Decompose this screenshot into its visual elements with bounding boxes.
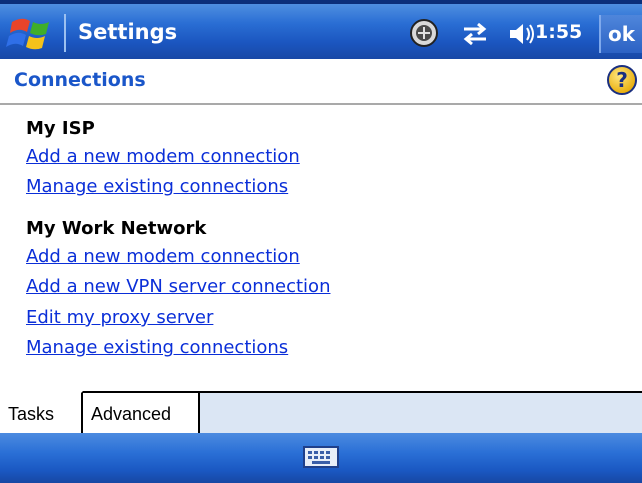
volume-icon[interactable] (508, 21, 536, 47)
link-work-add-vpn-connection[interactable]: Add a new VPN server connection (26, 276, 330, 297)
connectivity-icon[interactable] (408, 17, 440, 49)
link-work-add-modem-connection[interactable]: Add a new modem connection (26, 246, 300, 267)
help-question-icon[interactable]: ? (606, 64, 638, 96)
tab-advanced[interactable]: Advanced (83, 391, 200, 435)
app-title: Settings (78, 20, 178, 44)
link-work-edit-proxy-server[interactable]: Edit my proxy server (26, 307, 213, 328)
keyboard-icon[interactable] (303, 445, 339, 469)
title-separator (64, 14, 66, 52)
page-title: Connections (14, 69, 146, 91)
link-work-manage-connections[interactable]: Manage existing connections (26, 337, 288, 358)
sync-arrows-icon[interactable] (460, 21, 490, 47)
link-isp-add-modem-connection[interactable]: Add a new modem connection (26, 146, 300, 167)
link-isp-manage-connections[interactable]: Manage existing connections (26, 176, 288, 197)
title-bar: Settings 1:55 ok (0, 0, 642, 59)
tab-tasks[interactable]: Tasks (0, 391, 83, 435)
section-heading-my-isp: My ISP (26, 118, 95, 139)
start-button[interactable] (6, 12, 62, 54)
svg-text:?: ? (616, 68, 628, 92)
windows-flag-icon (6, 18, 49, 50)
tab-strip: Tasks Advanced (0, 391, 642, 435)
header-divider (0, 103, 642, 105)
ok-button[interactable]: ok (599, 15, 642, 53)
menu-bar (0, 433, 642, 483)
section-heading-my-work-network: My Work Network (26, 218, 207, 239)
clock[interactable]: 1:55 (535, 21, 582, 43)
